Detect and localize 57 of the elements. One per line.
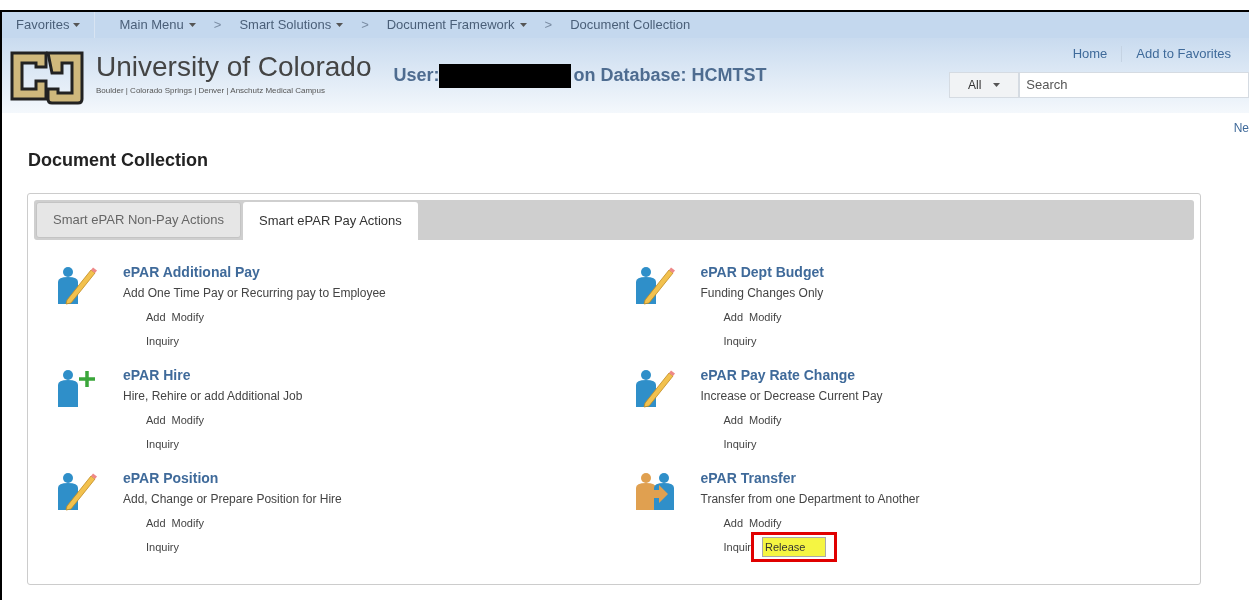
action-link[interactable]: Add — [146, 514, 166, 532]
action-link[interactable]: Modify — [171, 411, 204, 429]
person-pencil-icon — [55, 470, 99, 512]
item-description: Hire, Rehire or add Additional Job — [123, 388, 303, 405]
item-title-link[interactable]: ePAR Additional Pay — [123, 262, 386, 282]
action-link[interactable]: Inquir — [723, 538, 752, 556]
breadcrumb-separator: > — [361, 16, 369, 35]
action-link[interactable]: Modify — [749, 411, 782, 429]
corner-link[interactable]: Ne — [1233, 119, 1249, 137]
action-link[interactable]: Modify — [171, 308, 204, 326]
action-link[interactable]: Inquiry — [723, 332, 757, 350]
action-link[interactable]: Inquiry — [146, 332, 180, 350]
action-link[interactable]: Inquiry — [723, 435, 757, 453]
breadcrumb-item[interactable]: Main Menu — [119, 15, 196, 35]
header-link[interactable]: Home — [1068, 44, 1112, 64]
breadcrumb-separator: > — [544, 16, 553, 35]
action-link[interactable]: Add — [723, 308, 744, 326]
caret-icon — [73, 23, 81, 27]
header-link[interactable]: Add to Favorites — [1132, 44, 1235, 64]
breadcrumb-separator: > — [213, 16, 222, 35]
item-description: Add, Change or Prepare Position for Hire — [123, 491, 342, 508]
tab[interactable]: Smart ePAR Pay Actions — [243, 202, 418, 240]
item-title-link[interactable]: ePAR Dept Budget — [700, 262, 824, 282]
item-description: Add One Time Pay or Recurring pay to Employee — [123, 285, 386, 302]
item-description: Funding Changes Only — [700, 285, 824, 302]
page-title: Document Collection — [28, 149, 208, 172]
item-description: Increase or Decrease Current Pay — [700, 388, 883, 405]
item-title-link[interactable]: ePAR Pay Rate Change — [700, 365, 883, 385]
university-name: University of Colorado — [96, 50, 372, 83]
action-link[interactable]: Inquiry — [146, 538, 180, 556]
item-title-link[interactable]: ePAR Transfer — [700, 468, 920, 488]
action-link[interactable]: Inquiry — [146, 435, 180, 453]
caret-icon — [188, 23, 196, 27]
item-title-link[interactable]: ePAR Hire — [123, 365, 303, 385]
item-title-link[interactable]: ePAR Position — [123, 468, 342, 488]
action-link[interactable]: Add — [146, 308, 166, 326]
action-link[interactable]: Release — [762, 537, 827, 557]
action-link[interactable]: Add — [723, 514, 744, 532]
breadcrumb-item[interactable]: Smart Solutions — [239, 15, 344, 35]
action-link[interactable]: Add — [723, 411, 744, 429]
action-link[interactable]: Modify — [749, 514, 782, 532]
person-pencil-icon — [55, 264, 99, 306]
search-scope-dropdown[interactable]: All — [949, 71, 1020, 98]
caret-icon — [336, 23, 344, 27]
breadcrumb-item[interactable]: Document Collection — [570, 15, 691, 35]
breadcrumb-item[interactable]: Document Framework — [386, 15, 527, 35]
caret-icon — [993, 82, 1001, 87]
action-link[interactable]: Modify — [171, 514, 204, 532]
search-field[interactable]: Search — [1019, 71, 1249, 98]
action-link[interactable]: Add — [146, 411, 166, 429]
caret-icon — [519, 23, 527, 27]
database-label: on Database: HCMTST — [573, 64, 767, 87]
campus-list: Boulder | Colorado Springs | Denver | Anschutz Medical Campus — [96, 84, 372, 97]
item-description: Transfer from one Department to Another — [700, 491, 920, 508]
user-label: User: — [393, 64, 440, 87]
tab[interactable]: Smart ePAR Non-Pay Actions — [36, 202, 241, 238]
action-link[interactable]: Modify — [749, 308, 782, 326]
